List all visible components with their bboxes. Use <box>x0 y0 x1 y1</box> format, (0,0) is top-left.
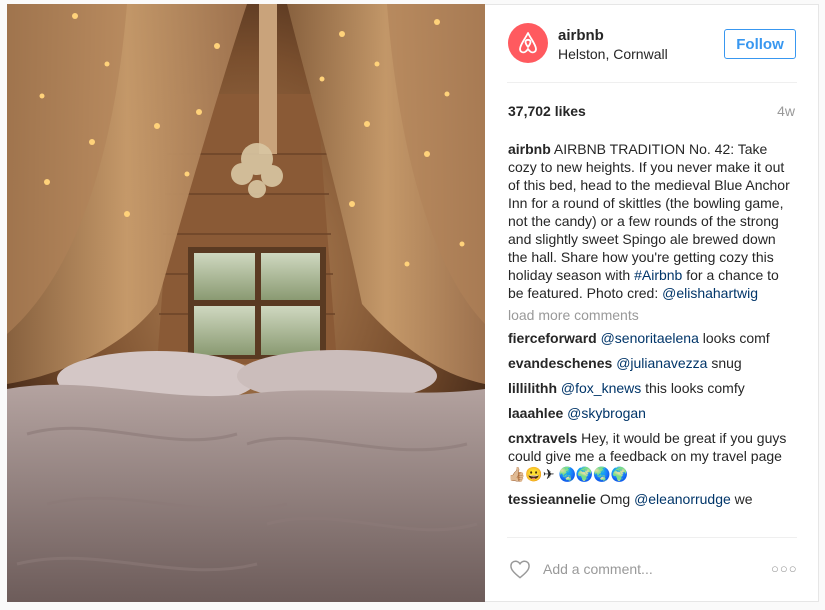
comment: laaahlee @skybrogan <box>508 404 798 422</box>
comment-text: snug <box>707 355 742 371</box>
comment-mention[interactable]: @eleanorrudge <box>634 491 731 507</box>
comment-text: we <box>730 491 753 507</box>
comments-list: airbnb AIRBNB TRADITION No. 42: Take coz… <box>508 140 798 536</box>
footer-divider <box>507 537 797 538</box>
comment-text: Omg <box>595 491 635 507</box>
comment-username[interactable]: lillilithh <box>508 380 557 396</box>
post-photo[interactable] <box>7 4 485 602</box>
ellipsis-icon[interactable]: ○○○ <box>771 562 797 575</box>
avatar[interactable] <box>508 23 548 63</box>
caption-hashtag[interactable]: #Airbnb <box>634 267 682 283</box>
comment-mention[interactable]: @senoritaelena <box>601 330 699 346</box>
comment-username[interactable]: fierceforward <box>508 330 597 346</box>
comment-username[interactable]: tessieannelie <box>508 491 596 507</box>
comment-mention[interactable]: @skybrogan <box>567 405 646 421</box>
instagram-post-card: airbnb Helston, Cornwall Follow 37,702 l… <box>0 0 825 610</box>
comment-username[interactable]: cnxtravels <box>508 430 577 446</box>
comment-mention[interactable]: @fox_knews <box>561 380 641 396</box>
comment-username[interactable]: evandeschenes <box>508 355 612 371</box>
post-sidebar: airbnb Helston, Cornwall Follow 37,702 l… <box>485 4 819 602</box>
comment-text: looks comf <box>698 330 770 346</box>
comment-text: this looks comfy <box>641 380 745 396</box>
add-comment-input[interactable] <box>543 559 743 579</box>
likes-count[interactable]: 37,702 likes <box>508 103 586 119</box>
caption-text: AIRBNB TRADITION No. 42: Take cozy to ne… <box>508 141 790 283</box>
comment: lillilithh @fox_knews this looks comfy <box>508 379 798 397</box>
airbnb-logo-icon <box>519 32 537 54</box>
cozy-attic-bed-image <box>7 4 485 602</box>
caption-mention[interactable]: @elishahartwig <box>662 285 758 301</box>
comment: cnxtravels Hey, it would be great if you… <box>508 429 798 483</box>
comment-mention[interactable]: @julianavezza <box>616 355 707 371</box>
heart-icon[interactable] <box>509 559 531 579</box>
comment: evandeschenes @julianavezza snug <box>508 354 798 372</box>
comment: tessieannelie Omg @eleanorrudge we <box>508 490 798 508</box>
header-divider <box>507 82 797 83</box>
account-name[interactable]: airbnb <box>558 27 604 44</box>
post-age[interactable]: 4w <box>777 103 795 119</box>
caption: airbnb AIRBNB TRADITION No. 42: Take coz… <box>508 140 798 302</box>
comment-username[interactable]: laaahlee <box>508 405 563 421</box>
post-header: airbnb Helston, Cornwall Follow <box>485 5 818 83</box>
location-link[interactable]: Helston, Cornwall <box>558 46 668 62</box>
caption-username[interactable]: airbnb <box>508 141 551 157</box>
follow-button[interactable]: Follow <box>724 29 796 59</box>
load-more-comments-link[interactable]: load more comments <box>508 306 798 324</box>
comment: fierceforward @senoritaelena looks comf <box>508 329 798 347</box>
